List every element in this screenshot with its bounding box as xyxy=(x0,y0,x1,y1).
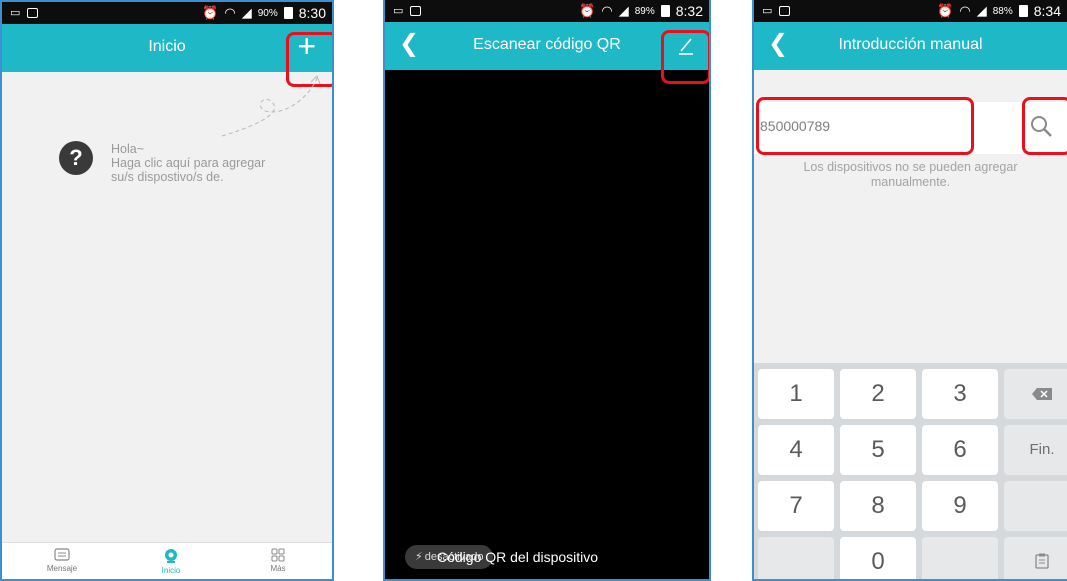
done-key[interactable]: Fin. xyxy=(1004,425,1067,475)
home-screen: ▭ ⏰ ◠ ◢ 90% 8:30 Inicio + ? Hola~ Haga c… xyxy=(0,0,334,581)
blank-key xyxy=(1004,481,1067,531)
battery-percent: 90% xyxy=(257,7,278,19)
notification-icon: ▭ xyxy=(10,7,20,19)
wifi-icon: ◠ xyxy=(224,5,236,20)
scan-caption: Código QR del dispositivo xyxy=(437,549,599,565)
status-bar: ▭ ⏰ ◠ ◢ 89% 8:32 xyxy=(385,0,709,22)
key-7[interactable]: 7 xyxy=(758,481,834,531)
grid-icon xyxy=(271,548,285,562)
note-line: Los dispositivos no se pueden agregar xyxy=(803,160,1018,174)
image-icon xyxy=(27,7,39,18)
notification-icon: ▭ xyxy=(762,5,772,17)
status-bar: ▭ ⏰ ◠ ◢ 88% 8:34 xyxy=(754,0,1067,22)
note-line: manualmente. xyxy=(870,175,951,189)
signal-icon: ◢ xyxy=(241,5,252,20)
clock: 8:34 xyxy=(1033,3,1061,19)
highlight-box xyxy=(756,97,974,155)
alarm-icon: ⏰ xyxy=(202,5,219,20)
battery-percent: 89% xyxy=(634,5,655,17)
alarm-icon: ⏰ xyxy=(579,3,596,18)
battery-icon xyxy=(660,5,670,17)
tab-mensaje[interactable]: Mensaje xyxy=(32,548,92,573)
hint-line: Haga clic aquí para agregar xyxy=(111,156,266,170)
key-0[interactable]: 0 xyxy=(840,537,916,579)
clock: 8:30 xyxy=(298,5,326,21)
battery-icon xyxy=(283,7,293,19)
battery-icon xyxy=(1018,5,1028,17)
key-3[interactable]: 3 xyxy=(922,369,998,419)
image-icon xyxy=(410,5,422,16)
alarm-icon: ⏰ xyxy=(937,3,954,18)
tab-label: Inicio xyxy=(161,566,181,575)
tab-label: Más xyxy=(270,564,286,573)
scan-qr-screen: ▭ ⏰ ◠ ◢ 89% 8:32 ❮ Escanear código QR ⚡ … xyxy=(383,0,711,581)
image-icon xyxy=(779,5,791,16)
page-title: Introducción manual xyxy=(838,36,983,53)
numeric-keypad: 1 2 3 4 5 6 Fin. 7 8 9 0 xyxy=(754,363,1067,579)
clipboard-icon xyxy=(1035,553,1049,569)
tab-inicio[interactable]: Inicio xyxy=(141,548,201,575)
dashed-arrow-icon xyxy=(221,75,321,137)
help-icon: ? xyxy=(59,141,93,175)
blank-key xyxy=(758,537,834,579)
info-note: Los dispositivos no se pueden agregar ma… xyxy=(754,160,1067,190)
key-6[interactable]: 6 xyxy=(922,425,998,475)
blank-key xyxy=(922,537,998,579)
highlight-box xyxy=(661,30,709,84)
wifi-icon: ◠ xyxy=(601,3,613,18)
hint-text: Hola~ Haga clic aquí para agregar su/s d… xyxy=(111,142,265,184)
tab-mas[interactable]: Más xyxy=(248,548,308,573)
message-icon xyxy=(54,548,70,561)
status-bar: ▭ ⏰ ◠ ◢ 90% 8:30 xyxy=(2,2,332,24)
notification-icon: ▭ xyxy=(393,5,403,17)
wifi-icon: ◠ xyxy=(959,3,971,18)
tab-label: Mensaje xyxy=(46,564,78,573)
app-bar: ❮ Introducción manual xyxy=(754,22,1067,70)
key-1[interactable]: 1 xyxy=(758,369,834,419)
page-title: Inicio xyxy=(148,38,186,55)
app-bar: Inicio + xyxy=(2,24,332,72)
bottom-tab-bar: Mensaje Inicio Más xyxy=(2,542,332,579)
hint-line: Hola~ xyxy=(111,142,145,156)
key-5[interactable]: 5 xyxy=(840,425,916,475)
key-8[interactable]: 8 xyxy=(840,481,916,531)
clipboard-key[interactable] xyxy=(1004,537,1067,579)
hint-line: su/s dispostivo/s de. xyxy=(111,170,224,184)
highlight-box xyxy=(1022,97,1067,155)
signal-icon: ◢ xyxy=(618,3,629,18)
camera-icon xyxy=(165,549,177,563)
clock: 8:32 xyxy=(675,3,703,19)
manual-entry-screen: ▭ ⏰ ◠ ◢ 88% 8:34 ❮ Introducción manual 8… xyxy=(752,0,1067,581)
signal-icon: ◢ xyxy=(976,3,987,18)
backspace-key[interactable] xyxy=(1004,369,1067,419)
key-9[interactable]: 9 xyxy=(922,481,998,531)
key-4[interactable]: 4 xyxy=(758,425,834,475)
backspace-icon xyxy=(1032,388,1052,400)
key-2[interactable]: 2 xyxy=(840,369,916,419)
battery-percent: 88% xyxy=(992,5,1013,17)
flash-icon: ⚡ xyxy=(415,551,423,563)
